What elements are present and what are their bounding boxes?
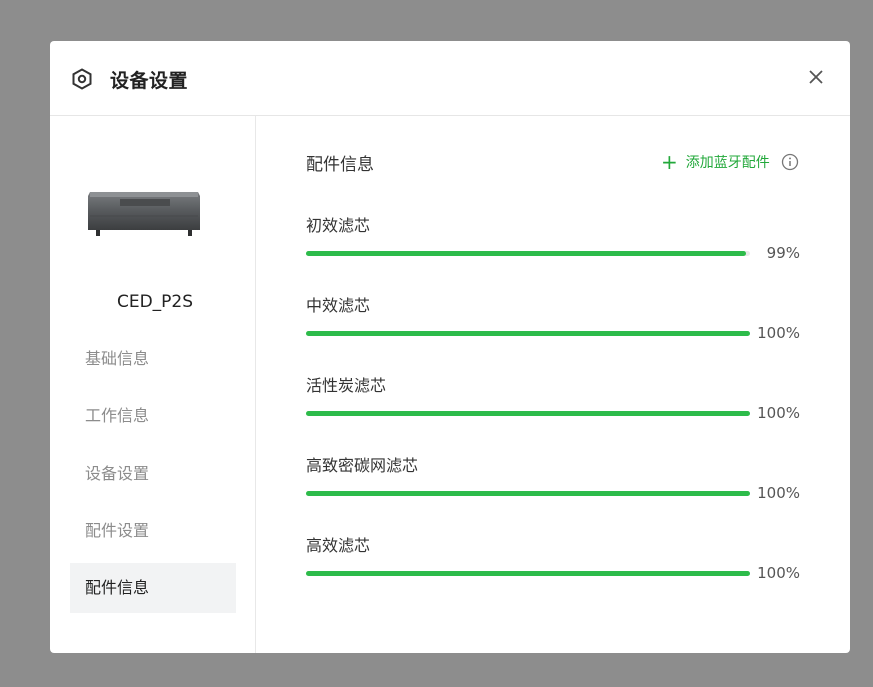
filter-progress-fill (306, 331, 750, 336)
filter-progress-fill (306, 571, 750, 576)
sidebar-item-accessory-settings[interactable]: 配件设置 (70, 506, 236, 556)
add-bluetooth-accessory-label: 添加蓝牙配件 (685, 155, 770, 171)
filter-progress-bar (306, 411, 750, 416)
add-bluetooth-accessory-button[interactable]: + 添加蓝牙配件 (661, 151, 770, 173)
filter-item: 高效滤芯 100% (306, 532, 806, 592)
sidebar: CED_P2S 基础信息 工作信息 设备设置 配件设置 配件信息 (50, 116, 256, 653)
dialog-title: 设备设置 (110, 70, 189, 92)
section-title: 配件信息 (306, 155, 374, 175)
filter-percent: 100% (757, 324, 800, 342)
filter-name: 中效滤芯 (306, 296, 371, 315)
sidebar-item-work-info[interactable]: 工作信息 (70, 391, 236, 441)
filter-item: 活性炭滤芯 100% (306, 372, 806, 432)
hexagon-settings-icon (72, 68, 92, 90)
sidebar-item-basic-info[interactable]: 基础信息 (70, 334, 236, 384)
filter-percent: 100% (757, 564, 800, 582)
filter-progress-fill (306, 491, 750, 496)
filter-item: 初效滤芯 99% (306, 212, 806, 272)
filter-percent: 100% (757, 484, 800, 502)
filter-percent: 99% (766, 244, 800, 262)
sidebar-item-label: 配件设置 (85, 521, 150, 540)
device-image (88, 192, 200, 236)
sidebar-item-label: 基础信息 (85, 349, 150, 368)
filter-name: 活性炭滤芯 (306, 376, 387, 395)
info-circle-icon[interactable] (781, 153, 799, 171)
filter-name: 初效滤芯 (306, 216, 371, 235)
sidebar-item-accessory-info[interactable]: 配件信息 (70, 563, 236, 613)
filter-percent: 100% (757, 404, 800, 422)
sidebar-item-label: 设备设置 (85, 464, 150, 483)
filter-progress-bar (306, 331, 750, 336)
filter-progress-bar (306, 491, 750, 496)
sidebar-item-device-settings[interactable]: 设备设置 (70, 449, 236, 499)
filter-progress-bar (306, 251, 750, 256)
sidebar-item-label: 配件信息 (85, 578, 150, 597)
filter-item: 高致密碳网滤芯 100% (306, 452, 806, 512)
filter-name: 高致密碳网滤芯 (306, 456, 419, 475)
filter-progress-fill (306, 411, 750, 416)
sidebar-item-label: 工作信息 (85, 406, 150, 425)
filter-item: 中效滤芯 100% (306, 292, 806, 352)
close-icon[interactable] (806, 67, 826, 87)
device-name: CED_P2S (116, 292, 194, 312)
device-settings-dialog: 设备设置 CED_P2S 基础信息 工作信息 设备设置 配件设置 配件信息 配件… (50, 41, 850, 653)
dialog-header: 设备设置 (50, 41, 850, 116)
filter-progress-fill (306, 251, 746, 256)
filter-name: 高效滤芯 (306, 536, 371, 555)
plus-icon: + (661, 150, 678, 174)
filter-progress-bar (306, 571, 750, 576)
main-panel: 配件信息 + 添加蓝牙配件 初效滤芯 99% 中效滤芯 100% 活性炭滤芯 1… (256, 116, 850, 653)
